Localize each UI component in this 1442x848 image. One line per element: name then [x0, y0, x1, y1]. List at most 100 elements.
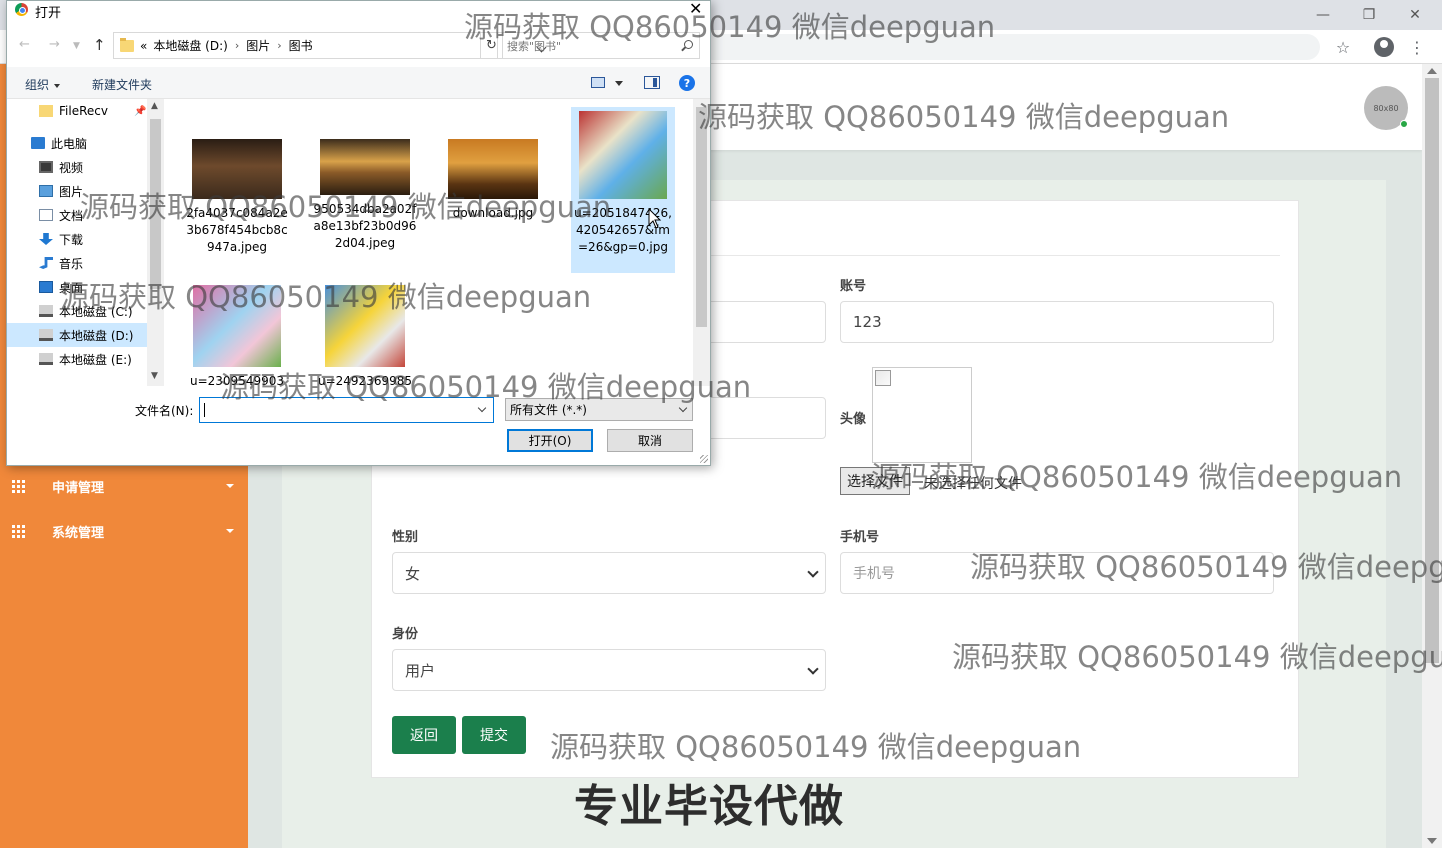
organize-label: 组织	[25, 78, 50, 92]
file-item[interactable]: u=2051847426,420542657&fm=26&gp=0.jpg	[571, 107, 675, 273]
account-input[interactable]: 123	[840, 301, 1274, 343]
nav-item[interactable]: 下载	[7, 227, 147, 251]
recent-chevron-icon[interactable]: ▼	[73, 41, 80, 51]
role-label: 身份	[392, 627, 419, 642]
back-button[interactable]: 返回	[392, 716, 456, 754]
drive-icon	[39, 305, 53, 317]
submit-button[interactable]: 提交	[462, 716, 526, 754]
grid-icon	[12, 479, 25, 493]
address-bar[interactable]	[700, 34, 1320, 60]
filename-label: 文件名(N):	[135, 404, 194, 418]
profile-icon[interactable]	[1371, 34, 1397, 60]
caret-down-icon	[226, 484, 234, 488]
new-folder-button[interactable]: 新建文件夹	[92, 76, 152, 93]
nav-item[interactable]: 此电脑	[7, 131, 147, 155]
nav-pane-scrollbar[interactable]: ▲ ▼	[147, 99, 164, 386]
nav-item[interactable]: 桌面	[7, 275, 147, 299]
sidebar-item-apply-management[interactable]: 申请管理	[0, 464, 248, 508]
file-pane-scrollbar[interactable]	[693, 99, 710, 386]
gender-label: 性别	[392, 530, 419, 545]
video-icon	[39, 161, 53, 173]
file-item[interactable]: 2fa4037c084a2e3b678f454bcb8c947a.jpeg	[185, 129, 289, 255]
nav-item-label: 本地磁盘 (E:)	[59, 352, 132, 367]
navigation-pane: FileRecv 📌 此电脑 视频 图片 文档下载音乐桌面本地磁盘 (C:) 本地磁盘 (D…	[7, 99, 165, 386]
browser-menu-icon[interactable]: ⋮	[1404, 34, 1430, 60]
dialog-title: 打开	[35, 6, 62, 21]
up-arrow-icon[interactable]: ↑	[93, 36, 106, 54]
organize-button[interactable]: 组织	[25, 76, 61, 93]
nav-item[interactable]: 视频	[7, 155, 147, 179]
scrollbar-thumb[interactable]	[696, 107, 707, 327]
sidebar-item-system-management[interactable]: 系统管理	[0, 509, 248, 553]
nav-item-label: 音乐	[59, 256, 84, 271]
help-icon[interactable]: ?	[679, 75, 695, 91]
file-status-text: 未选择任何文件	[924, 476, 1022, 492]
file-item[interactable]: 950534dba2a02fa8e13bf23b0d962d04.jpeg	[313, 129, 417, 255]
nav-item[interactable]: 本地磁盘 (E:)	[7, 347, 147, 371]
forward-arrow-icon[interactable]: →	[49, 37, 60, 52]
choose-file-button[interactable]: 选择文件	[840, 467, 910, 495]
watermark-banner: 专业毕设代做	[574, 781, 844, 832]
nav-item-label: 桌面	[59, 280, 84, 295]
image-thumbnail	[193, 285, 281, 367]
nav-item-label: 下载	[59, 232, 84, 247]
nav-item[interactable]: 文档	[7, 203, 147, 227]
nav-item[interactable]: 音乐	[7, 251, 147, 275]
file-item[interactable]: u=2492369985	[313, 279, 417, 386]
scroll-down-arrow-icon[interactable]	[1427, 838, 1437, 844]
phone-input[interactable]: 手机号	[840, 552, 1274, 594]
drive-icon	[39, 353, 53, 365]
cancel-button[interactable]: 取消	[607, 429, 693, 452]
desktop-icon	[39, 281, 53, 293]
scroll-up-arrow-icon[interactable]	[1427, 68, 1437, 74]
search-input[interactable]: 搜索"图书"	[497, 32, 700, 59]
gender-select[interactable]: 女	[392, 552, 826, 594]
breadcrumb-separator-icon: ›	[234, 39, 240, 52]
nav-item[interactable]: 本地磁盘 (D:)	[7, 323, 147, 347]
scrollbar-thumb[interactable]	[150, 119, 161, 289]
close-window-button[interactable]: ✕	[1392, 0, 1438, 30]
caret-down-icon[interactable]	[615, 81, 623, 86]
resize-grip-icon[interactable]	[700, 455, 708, 463]
pin-icon[interactable]: 📌	[134, 106, 146, 117]
page-scrollbar[interactable]	[1422, 64, 1442, 848]
chevron-down-icon[interactable]	[477, 403, 487, 413]
nav-item[interactable]: 本地磁盘 (C:)	[7, 299, 147, 323]
chrome-icon	[15, 3, 28, 16]
breadcrumb-item[interactable]: 本地磁盘 (D:)	[153, 37, 227, 54]
filename-input[interactable]	[199, 397, 494, 423]
account-label: 账号	[840, 279, 867, 294]
computer-icon	[31, 137, 45, 149]
back-arrow-icon[interactable]: ←	[19, 37, 30, 52]
documents-icon	[39, 209, 53, 221]
image-thumbnail	[192, 139, 282, 199]
close-icon[interactable]: ✕	[689, 0, 702, 18]
bookmark-star-icon[interactable]: ☆	[1330, 34, 1356, 60]
breadcrumb-overflow[interactable]: «	[140, 39, 147, 53]
restore-button[interactable]: ❐	[1346, 0, 1392, 30]
avatar-label: 头像	[840, 412, 867, 427]
role-select[interactable]: 用户	[392, 649, 826, 691]
file-name: 2fa4037c084a2e3b678f454bcb8c947a.jpeg	[186, 206, 288, 254]
search-placeholder: 搜索"图书"	[507, 39, 562, 53]
file-item[interactable]: u=2309549903	[185, 279, 289, 386]
breadcrumb-item[interactable]: 图片	[246, 37, 270, 54]
view-mode-icon[interactable]	[591, 77, 605, 88]
filetype-select[interactable]: 所有文件 (*.*)	[505, 398, 693, 421]
scrollbar-thumb[interactable]	[1425, 78, 1439, 663]
breadcrumb-item[interactable]: 图书	[289, 37, 313, 54]
chevron-down-icon	[807, 663, 819, 675]
sidebar-item-label: 系统管理	[52, 525, 105, 541]
preview-pane-icon[interactable]	[644, 76, 660, 89]
breadcrumb[interactable]: « 本地磁盘 (D:) › 图片 › 图书	[113, 32, 547, 59]
minimize-button[interactable]: —	[1300, 0, 1346, 30]
nav-item[interactable]: FileRecv 📌	[7, 99, 147, 123]
caret-down-icon	[54, 83, 61, 88]
scroll-down-arrow-icon[interactable]: ▼	[151, 371, 158, 381]
nav-item[interactable]: 图片	[7, 179, 147, 203]
file-name: u=2492369985	[317, 374, 412, 386]
chevron-down-icon	[807, 566, 819, 578]
scroll-up-arrow-icon[interactable]: ▲	[151, 101, 158, 111]
open-button[interactable]: 打开(O)	[507, 429, 593, 452]
file-item[interactable]: download.jpg	[441, 129, 545, 255]
